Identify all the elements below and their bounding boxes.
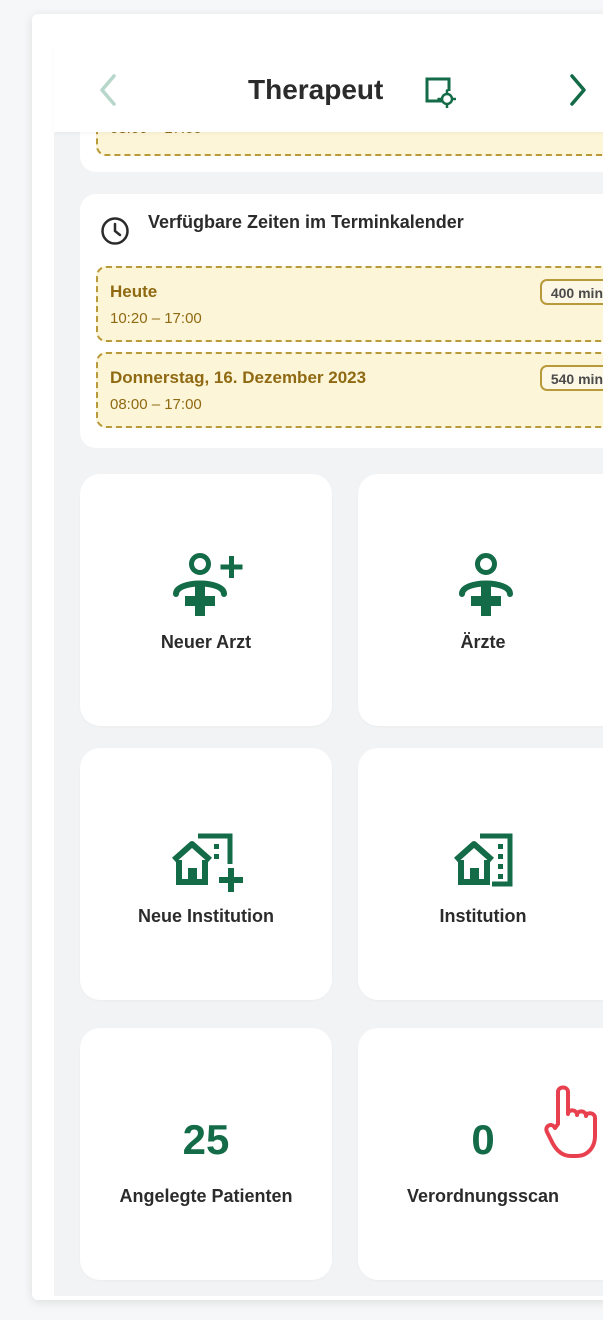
tile-label: Angelegte Patienten	[119, 1186, 293, 1206]
tile-label: Neuer Arzt	[160, 632, 252, 652]
institution-tile[interactable]: Institution	[358, 748, 603, 1000]
add-building-icon	[172, 833, 243, 892]
time-slot-today[interactable]: Heute 10:20 – 17:00 400 min	[96, 266, 603, 342]
hand-pointer-icon	[544, 1085, 597, 1158]
calendar-settings-icon[interactable]	[422, 74, 456, 108]
tile-label: Institution	[439, 906, 527, 926]
available-times-card: Verfügbare Zeiten im Terminkalender Heut…	[80, 194, 603, 448]
tile-label: Ärzte	[460, 632, 506, 652]
chevron-right-icon[interactable]	[562, 70, 592, 110]
slot-duration-badge: 540 min	[539, 365, 603, 391]
app-screen: 08:00 – 17:00 Verfügbare Zeiten im Termi…	[54, 48, 603, 1296]
slot-title: Heute	[110, 282, 158, 301]
new-doctor-tile[interactable]: Neuer Arzt	[80, 474, 332, 726]
doctor-icon	[459, 553, 513, 616]
add-doctor-icon	[173, 553, 243, 616]
time-slot-thursday[interactable]: Donnerstag, 16. Dezember 2023 08:00 – 17…	[96, 352, 603, 428]
patients-count: 25	[182, 1116, 230, 1163]
page-title: Therapeut	[248, 74, 384, 105]
app-header: Therapeut	[54, 48, 603, 132]
tile-label: Verordnungsscan	[406, 1186, 560, 1206]
chevron-left-icon[interactable]	[94, 70, 124, 110]
available-times-title: Verfügbare Zeiten im Terminkalender	[148, 212, 464, 232]
patients-tile[interactable]: 25 Angelegte Patienten	[80, 1028, 332, 1280]
doctors-tile[interactable]: Ärzte	[358, 474, 603, 726]
new-institution-tile[interactable]: Neue Institution	[80, 748, 332, 1000]
slot-time: 08:00 – 17:00	[110, 396, 202, 413]
slot-duration-badge: 400 min	[539, 279, 603, 305]
building-icon	[454, 833, 513, 887]
slot-time: 10:20 – 17:00	[110, 310, 202, 327]
clock-icon	[101, 217, 129, 245]
slot-title: Donnerstag, 16. Dezember 2023	[110, 368, 367, 387]
tile-label: Neue Institution	[138, 906, 274, 926]
